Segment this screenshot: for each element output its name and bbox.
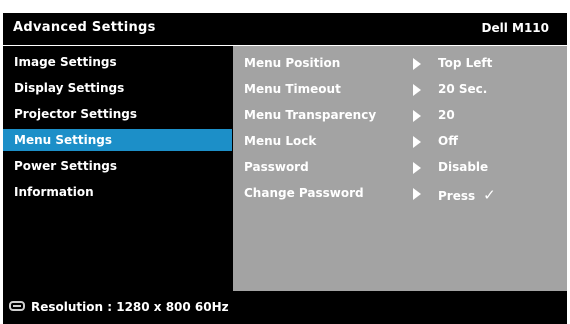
arrow-right-icon (413, 58, 421, 70)
arrow-right-icon (413, 84, 421, 96)
menu-item-label: Power Settings (14, 159, 118, 173)
option-label: Menu Transparency (244, 108, 377, 122)
options-panel: Menu Position Top Left Menu Timeout 20 S… (233, 46, 567, 291)
option-label: Menu Position (244, 56, 341, 70)
arrow-right-icon (413, 188, 421, 200)
menu-item-label: Menu Settings (14, 133, 112, 147)
menu-item-display-settings[interactable]: Display Settings (3, 77, 232, 99)
menu-item-power-settings[interactable]: Power Settings (3, 155, 232, 177)
option-label: Password (244, 160, 309, 174)
osd-menu: Advanced Settings Dell M110 Image Settin… (3, 13, 567, 324)
arrow-right-icon (413, 136, 421, 148)
model-name: Dell M110 (481, 21, 550, 35)
osd-header: Advanced Settings Dell M110 (3, 13, 567, 45)
arrow-right-icon (413, 162, 421, 174)
option-value: Disable (438, 160, 489, 174)
menu-item-label: Display Settings (14, 81, 125, 95)
menu-item-menu-settings[interactable]: Menu Settings (3, 129, 232, 151)
option-value: 20 Sec. (438, 82, 488, 96)
option-value: Top Left (438, 56, 493, 70)
status-bar: Resolution : 1280 x 800 60Hz (3, 292, 567, 324)
option-value: Press ✓ (438, 186, 496, 204)
checkmark-icon: ✓ (483, 186, 496, 204)
option-value-text: Press (438, 189, 476, 203)
menu-item-label: Image Settings (14, 55, 117, 69)
menu-item-label: Projector Settings (14, 107, 138, 121)
option-label: Change Password (244, 186, 364, 200)
menu-item-projector-settings[interactable]: Projector Settings (3, 103, 232, 125)
input-connector-icon (9, 301, 25, 311)
resolution-text: Resolution : 1280 x 800 60Hz (31, 300, 229, 314)
option-label: Menu Timeout (244, 82, 341, 96)
page-title: Advanced Settings (13, 20, 156, 35)
menu-item-information[interactable]: Information (3, 181, 232, 203)
menu-item-label: Information (14, 185, 94, 199)
option-label: Menu Lock (244, 134, 317, 148)
left-menu: Image Settings Display Settings Projecto… (3, 46, 232, 291)
menu-item-image-settings[interactable]: Image Settings (3, 51, 232, 73)
option-value: 20 (438, 108, 455, 122)
option-value: Off (438, 134, 458, 148)
arrow-right-icon (413, 110, 421, 122)
